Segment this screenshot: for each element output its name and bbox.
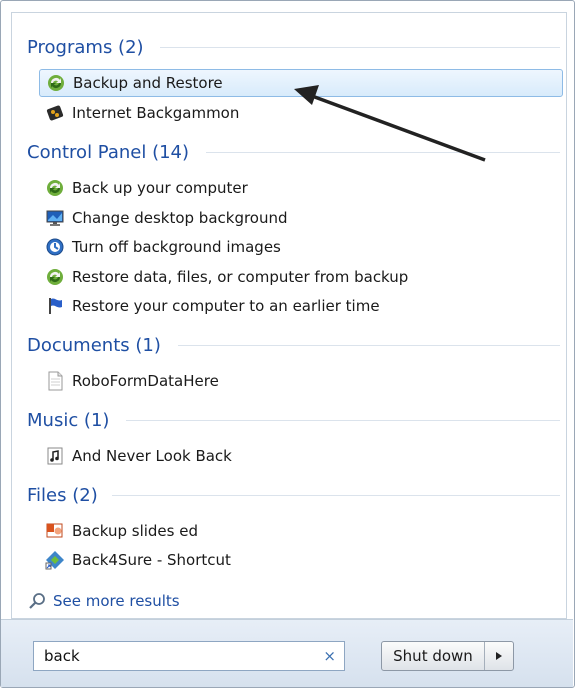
category-music[interactable]: Music (1) bbox=[27, 407, 109, 433]
result-back4sure-shortcut[interactable]: Back4Sure - Shortcut bbox=[39, 546, 563, 574]
backup-restore-icon bbox=[45, 267, 65, 287]
result-label: And Never Look Back bbox=[72, 447, 232, 465]
result-internet-backgammon[interactable]: Internet Backgammon bbox=[39, 99, 563, 127]
result-label: Restore data, files, or computer from ba… bbox=[72, 268, 409, 286]
category-control-panel[interactable]: Control Panel (14) bbox=[27, 139, 189, 165]
music-file-icon bbox=[45, 446, 65, 466]
result-restore-earlier-time[interactable]: Restore your computer to an earlier time bbox=[39, 292, 563, 320]
result-roboformdatahere[interactable]: RoboFormDataHere bbox=[39, 367, 563, 395]
category-divider bbox=[112, 495, 560, 496]
search-icon bbox=[27, 591, 47, 611]
category-divider bbox=[126, 420, 560, 421]
result-label: RoboFormDataHere bbox=[72, 372, 219, 390]
document-icon bbox=[45, 371, 65, 391]
category-divider bbox=[178, 345, 560, 346]
see-more-label: See more results bbox=[53, 592, 180, 610]
result-label: Back4Sure - Shortcut bbox=[72, 551, 231, 569]
result-turn-off-background-images[interactable]: Turn off background images bbox=[39, 233, 563, 261]
search-box[interactable]: × bbox=[33, 641, 345, 671]
shutdown-options-button[interactable] bbox=[485, 642, 513, 670]
result-back-up-your-computer[interactable]: Back up your computer bbox=[39, 174, 563, 202]
clear-search-icon[interactable]: × bbox=[323, 647, 336, 665]
shortcut-icon bbox=[45, 550, 65, 570]
result-restore-data-files[interactable]: Restore data, files, or computer from ba… bbox=[39, 263, 563, 291]
ease-of-access-icon bbox=[45, 237, 65, 257]
triangle-right-icon bbox=[496, 652, 502, 660]
flag-icon bbox=[45, 296, 65, 316]
result-label: Change desktop background bbox=[72, 209, 288, 227]
monitor-icon bbox=[45, 208, 65, 228]
shutdown-button[interactable]: Shut down bbox=[382, 642, 485, 670]
presentation-icon bbox=[45, 521, 65, 541]
backup-restore-icon bbox=[45, 178, 65, 198]
backgammon-icon bbox=[45, 103, 65, 123]
backup-restore-icon bbox=[46, 73, 66, 93]
result-label: Internet Backgammon bbox=[72, 104, 240, 122]
category-divider bbox=[206, 152, 560, 153]
result-label: Backup slides ed bbox=[72, 522, 198, 540]
result-backup-and-restore[interactable]: Backup and Restore bbox=[39, 69, 563, 97]
result-label: Turn off background images bbox=[72, 238, 281, 256]
result-label: Backup and Restore bbox=[73, 74, 223, 92]
category-documents[interactable]: Documents (1) bbox=[27, 332, 161, 358]
shutdown-button-group: Shut down bbox=[381, 641, 514, 671]
result-change-desktop-background[interactable]: Change desktop background bbox=[39, 204, 563, 232]
result-label: Back up your computer bbox=[72, 179, 248, 197]
see-more-results-link[interactable]: See more results bbox=[27, 588, 180, 614]
result-and-never-look-back[interactable]: And Never Look Back bbox=[39, 442, 563, 470]
category-programs[interactable]: Programs (2) bbox=[27, 34, 144, 60]
search-input[interactable] bbox=[42, 646, 306, 666]
result-label: Restore your computer to an earlier time bbox=[72, 297, 380, 315]
category-divider bbox=[160, 47, 560, 48]
category-files[interactable]: Files (2) bbox=[27, 482, 98, 508]
result-backup-slides-ed[interactable]: Backup slides ed bbox=[39, 517, 563, 545]
